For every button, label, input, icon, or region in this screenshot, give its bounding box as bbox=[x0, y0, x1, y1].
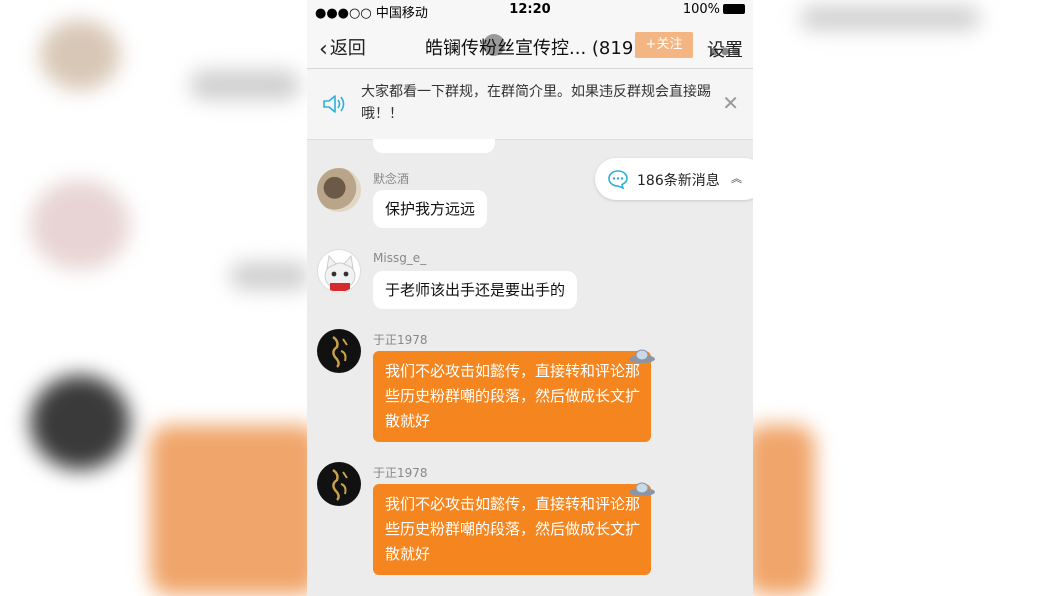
blurred-line bbox=[230, 262, 310, 290]
blurred-line bbox=[800, 6, 980, 30]
message-bubble[interactable]: 我们不必攻击如懿传，直接转和评论那些历史粉群嘲的段落，然后做成长文扩散就好 bbox=[373, 351, 651, 442]
sender-name[interactable]: 于正1978 bbox=[373, 331, 428, 348]
group-title[interactable]: 皓镧传粉丝宣传控... (819) bbox=[425, 34, 640, 60]
announcement-text: 大家都看一下群规，在群简介里。如果违反群规会直接踢哦！！ bbox=[361, 84, 711, 122]
ufo-icon bbox=[629, 482, 655, 496]
blurred-avatar bbox=[40, 20, 120, 90]
speaker-icon bbox=[323, 95, 345, 113]
blurred-bubble bbox=[745, 425, 815, 595]
blurred-avatar bbox=[30, 375, 130, 470]
cat-avatar[interactable] bbox=[317, 249, 361, 293]
message-bubble[interactable]: 保护我方远远 bbox=[373, 190, 488, 228]
follow-button[interactable]: +关注 bbox=[635, 32, 693, 58]
blurred-line bbox=[190, 70, 300, 100]
sender-name[interactable]: 默念酒 bbox=[373, 170, 409, 187]
calligraphy-avatar[interactable] bbox=[317, 462, 361, 506]
partial-message-bubble bbox=[373, 139, 495, 153]
chevron-up-icon: ︽ bbox=[731, 172, 742, 185]
battery-status: 100% bbox=[683, 2, 745, 17]
battery-icon bbox=[723, 4, 745, 14]
calligraphy-icon bbox=[332, 469, 348, 501]
blurred-bubble bbox=[150, 425, 320, 595]
back-button[interactable]: ‹ 返回 bbox=[319, 34, 366, 62]
sender-name[interactable]: 于正1978 bbox=[373, 464, 428, 481]
chat-bubble-icon bbox=[608, 170, 628, 189]
nav-bar: ‹ 返回 皓镧传粉丝宣传控... (819) +关注 ●●● 设置 bbox=[307, 20, 753, 69]
message-bubble[interactable]: 于老师该出手还是要出手的 bbox=[373, 271, 578, 309]
calligraphy-avatar[interactable] bbox=[317, 329, 361, 373]
phone-screen: ●●●○○ 中国移动 12:20 100% ‹ 返回 皓镧传粉丝宣传控... (8… bbox=[307, 0, 753, 596]
ufo-icon bbox=[629, 349, 655, 363]
close-icon[interactable]: ✕ bbox=[722, 91, 739, 115]
battery-percent: 100% bbox=[682, 2, 720, 17]
blurred-avatar bbox=[30, 180, 130, 270]
new-messages-label: 186条新消息 bbox=[637, 173, 720, 189]
photo-avatar[interactable] bbox=[317, 168, 361, 212]
cat-face-icon bbox=[324, 254, 356, 291]
announcement-banner[interactable]: 大家都看一下群规，在群简介里。如果违反群规会直接踢哦！！ ✕ bbox=[307, 69, 753, 140]
back-label: 返回 bbox=[329, 38, 366, 59]
settings-button[interactable]: 设置 bbox=[707, 36, 743, 62]
new-messages-button[interactable]: 186条新消息 ︽ bbox=[595, 158, 753, 200]
calligraphy-icon bbox=[332, 336, 348, 368]
chevron-left-icon: ‹ bbox=[319, 37, 328, 62]
sender-name[interactable]: Missg_e_ bbox=[373, 251, 426, 265]
status-bar: ●●●○○ 中国移动 12:20 100% bbox=[307, 0, 753, 21]
message-bubble[interactable]: 我们不必攻击如懿传，直接转和评论那些历史粉群嘲的段落，然后做成长文扩散就好 bbox=[373, 484, 651, 575]
